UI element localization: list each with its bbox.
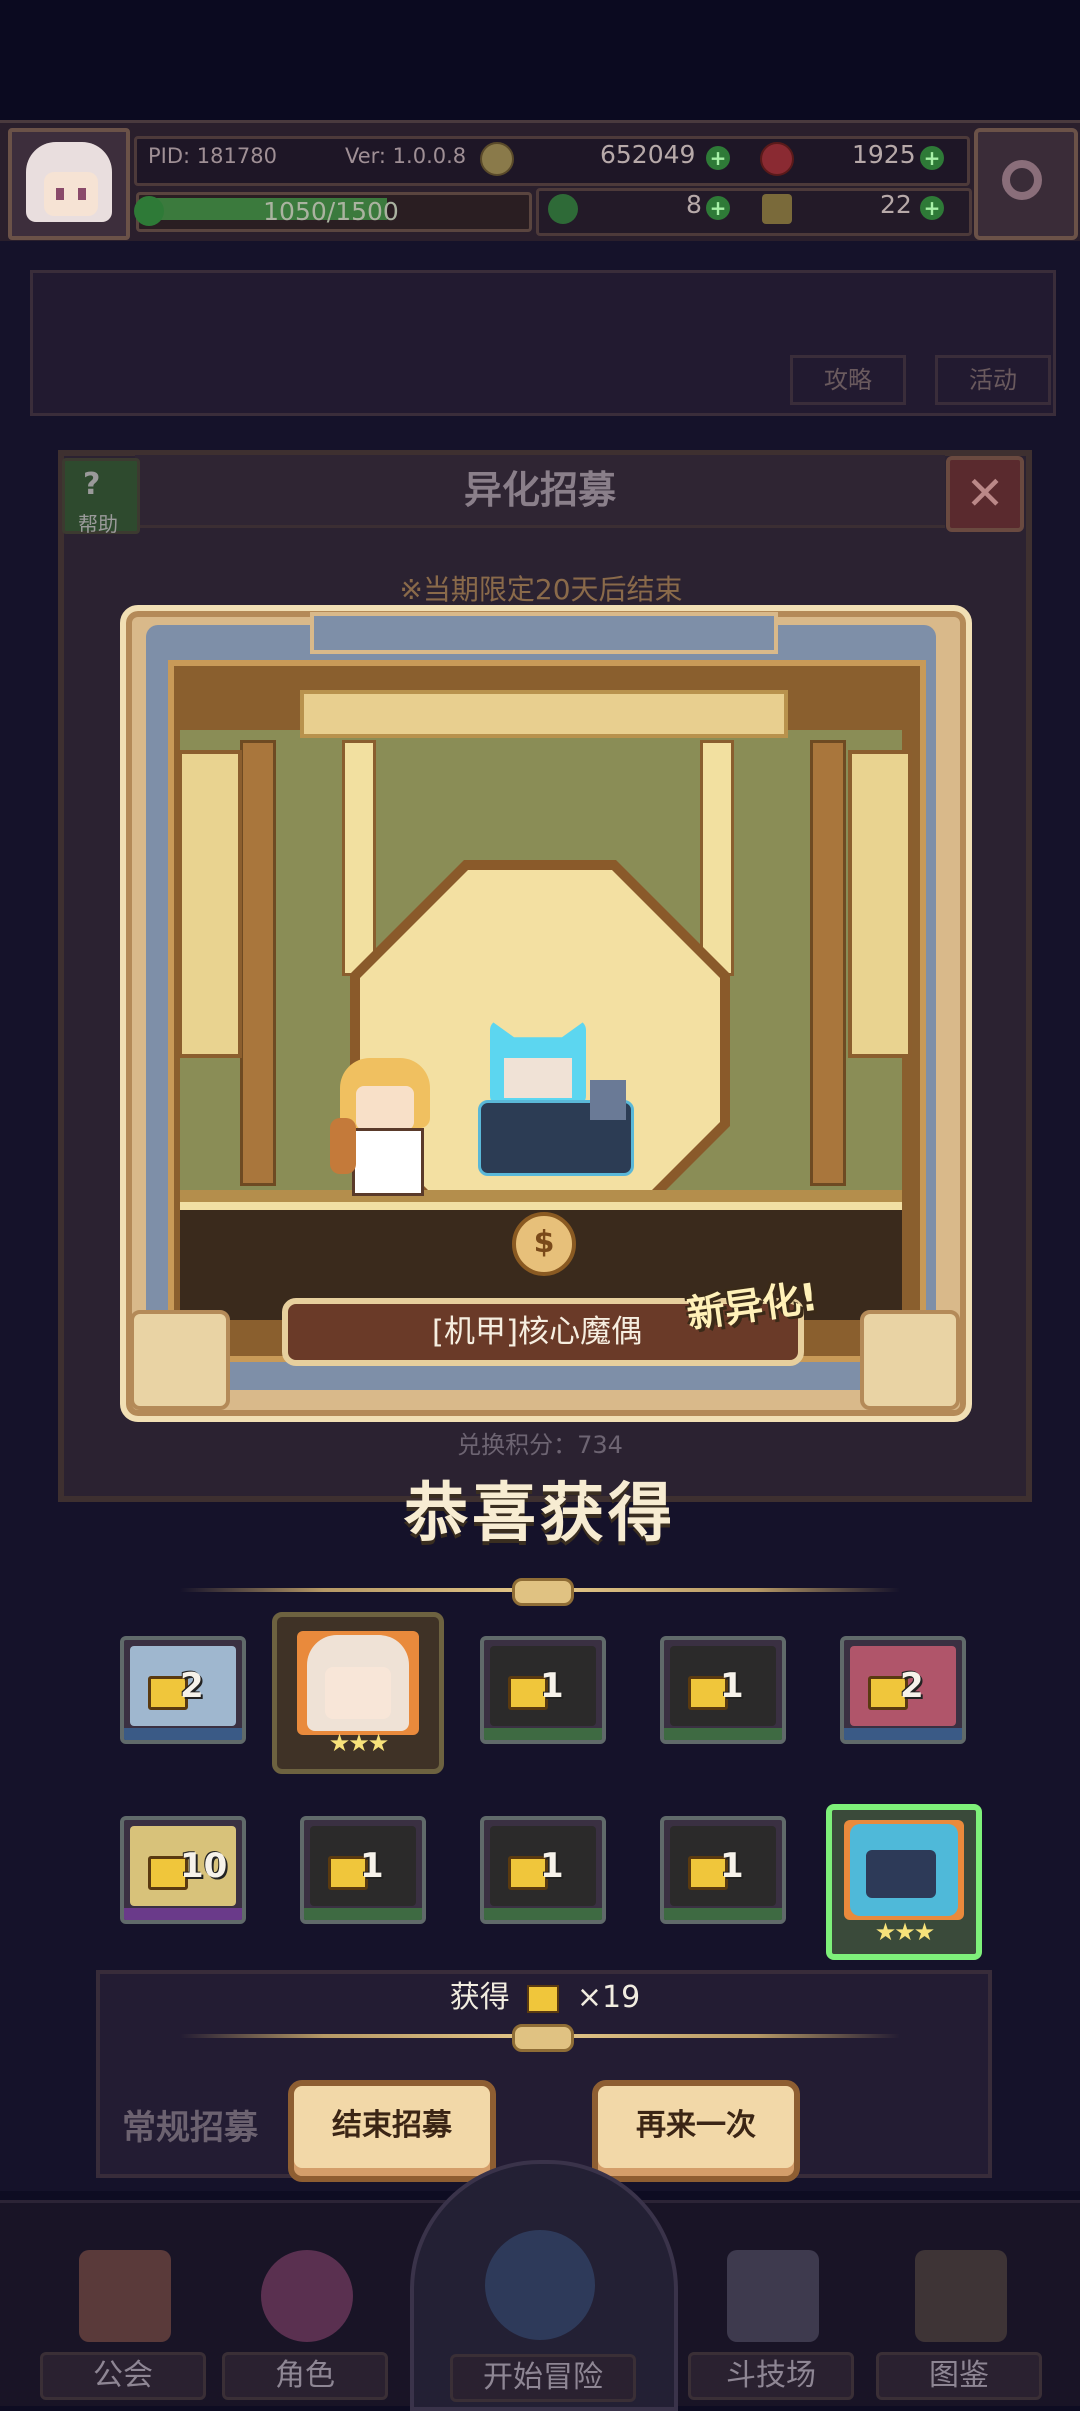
frame-top-bar — [310, 612, 778, 654]
fragment-count: 1 — [540, 1846, 564, 1886]
result-card-new-character[interactable]: ★★★ — [272, 1612, 444, 1774]
recruit-again-button[interactable]: 再来一次 — [592, 2080, 800, 2182]
star-rating: ★★★ — [874, 1918, 936, 1946]
result-card[interactable]: 1 — [660, 1816, 786, 1924]
add-gold-button[interactable]: + — [706, 146, 730, 170]
nav-character-label: 角色 — [222, 2352, 388, 2400]
clover-amount: 8 — [686, 190, 702, 219]
key-icon — [762, 194, 792, 224]
gold-coin-icon — [480, 142, 514, 176]
gem-amount: 1925 — [852, 140, 916, 169]
recruit-title: 异化招募 — [463, 468, 616, 512]
add-clover-button[interactable]: + — [706, 196, 730, 220]
clover-icon — [548, 194, 578, 224]
result-card[interactable]: 10 — [120, 1816, 246, 1924]
ruby-gem-icon — [760, 142, 794, 176]
result-card[interactable]: 1 — [480, 1636, 606, 1744]
medal-icon: $ — [512, 1212, 576, 1276]
nav-arena-label: 斗技场 — [688, 2352, 854, 2400]
xp-text: 1050/1500 — [263, 197, 399, 226]
fragment-count: 10 — [180, 1846, 228, 1886]
corner-ornament-right — [860, 1310, 960, 1410]
scroll-right — [700, 740, 734, 976]
divider-gem — [512, 1578, 574, 1606]
nav-guild[interactable]: 公会 — [40, 2250, 210, 2400]
arena-icon — [727, 2250, 819, 2342]
nav-character[interactable]: 角色 — [222, 2250, 392, 2400]
limit-notice: ※当期限定20天后结束 — [399, 573, 683, 606]
scroll-left — [342, 740, 376, 976]
player-avatar[interactable] — [8, 128, 130, 240]
nav-codex-label: 图鉴 — [876, 2352, 1042, 2400]
codex-icon — [915, 2250, 1007, 2342]
gold-amount: 652049 — [600, 140, 696, 169]
window-left — [178, 750, 242, 1058]
close-button[interactable]: ✕ — [946, 456, 1024, 532]
key-amount: 22 — [880, 190, 912, 219]
question-icon: ? — [83, 467, 101, 502]
fragment-count: 1 — [360, 1846, 384, 1886]
gear-icon — [1002, 160, 1042, 200]
star-rating: ★★★ — [328, 1729, 390, 1757]
add-gem-button[interactable]: + — [920, 146, 944, 170]
result-card-selected-character[interactable]: ★★★ — [826, 1804, 982, 1960]
game-version: Ver: 1.0.0.8 — [345, 144, 467, 168]
character-mecha-golem-sprite — [470, 1020, 640, 1178]
event-tab: 活动 — [935, 355, 1051, 405]
character-icon — [261, 2250, 353, 2342]
character-maid-sprite — [330, 1058, 440, 1196]
exchange-points: 兑换积分：734 — [457, 1431, 623, 1459]
adventure-icon — [485, 2230, 595, 2340]
normal-recruit-label: 常规招募 — [122, 2108, 258, 2148]
nav-guild-label: 公会 — [40, 2352, 206, 2400]
fragment-count: 2 — [180, 1666, 204, 1706]
nav-adventure[interactable]: 开始冒险 — [450, 2230, 636, 2402]
guild-icon — [79, 2250, 171, 2342]
player-id: PID: 181780 — [148, 144, 277, 168]
add-key-button[interactable]: + — [920, 196, 944, 220]
close-icon: ✕ — [965, 466, 1005, 520]
result-card[interactable]: 2 — [120, 1636, 246, 1744]
fragment-icon — [527, 1984, 560, 2013]
window-right — [848, 750, 912, 1058]
room-top-beam — [300, 690, 788, 738]
status-bar-area — [0, 0, 1080, 120]
settings-button[interactable] — [974, 128, 1078, 240]
fragment-count: 1 — [720, 1666, 744, 1706]
floor-edge — [180, 1190, 902, 1202]
nav-arena[interactable]: 斗技场 — [688, 2250, 858, 2400]
fragment-count: 1 — [720, 1846, 744, 1886]
fragment-count: 1 — [540, 1666, 564, 1706]
obtain-label: 获得 — [449, 1980, 510, 2015]
result-card[interactable]: 1 — [480, 1816, 606, 1924]
pillar-right — [810, 740, 846, 1186]
fragment-count: 2 — [900, 1666, 924, 1706]
nav-adventure-label: 开始冒险 — [450, 2354, 636, 2402]
result-card[interactable]: 1 — [300, 1816, 426, 1924]
obtain-count: ×19 — [576, 1980, 641, 2015]
strategy-tab: 攻略 — [790, 355, 906, 405]
divider-gem — [512, 2024, 574, 2052]
corner-ornament-left — [130, 1310, 230, 1410]
result-card[interactable]: 1 — [660, 1636, 786, 1744]
result-card[interactable]: 2 — [840, 1636, 966, 1744]
obtain-summary: 获得 ×19 — [380, 1972, 710, 2015]
help-label: 帮助 — [78, 512, 118, 536]
nav-codex[interactable]: 图鉴 — [876, 2250, 1046, 2400]
pillar-left — [240, 740, 276, 1186]
congrats-title: 恭喜获得 — [404, 1477, 676, 1551]
end-recruit-button[interactable]: 结束招募 — [288, 2080, 496, 2182]
